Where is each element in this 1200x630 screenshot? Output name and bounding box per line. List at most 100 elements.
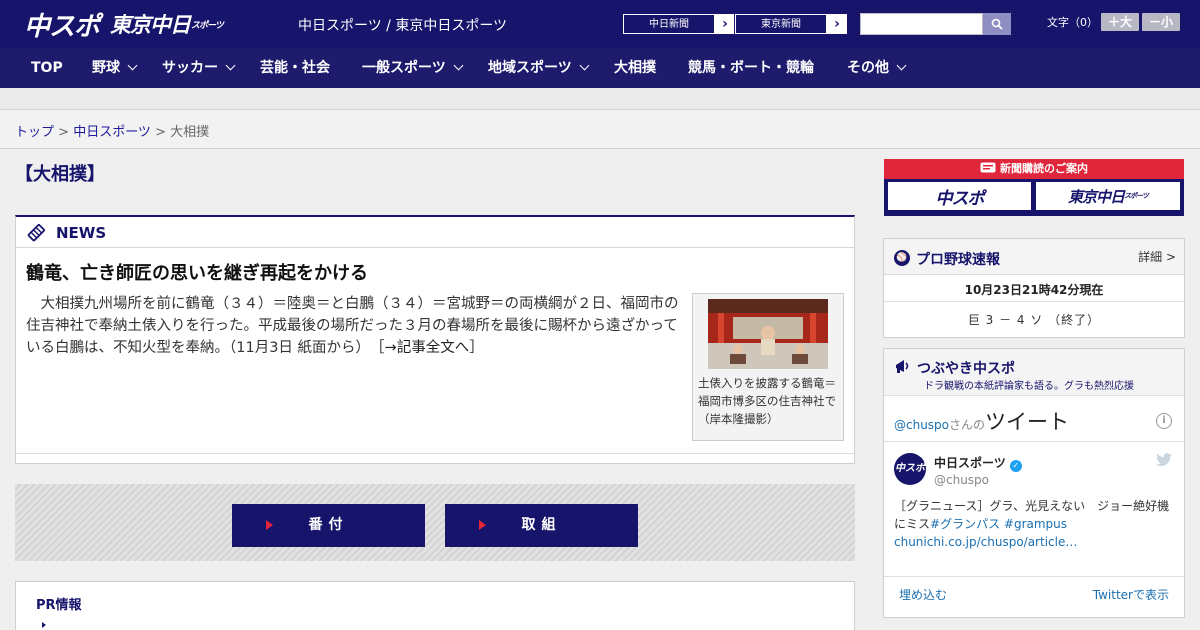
chevron-right-icon: › bbox=[722, 16, 728, 32]
divider bbox=[884, 301, 1184, 302]
news-label: NEWS bbox=[56, 224, 107, 242]
megaphone-icon bbox=[896, 360, 909, 373]
breadcrumb: トップ > 中日スポーツ > 大相撲 bbox=[15, 121, 209, 140]
twitter-bird-icon[interactable] bbox=[1156, 453, 1172, 467]
tokyo-shimbun-link[interactable]: 東京新聞 › bbox=[734, 13, 848, 35]
article-headline[interactable]: 鶴竜、亡き師匠の思いを継ぎ再起をかける bbox=[26, 259, 368, 285]
tweets-by-san: さんの bbox=[949, 418, 986, 432]
pr-section: PR情報 bbox=[15, 581, 855, 630]
nav-baseball[interactable]: 野球 bbox=[92, 48, 138, 88]
chunichi-shimbun-link[interactable]: 中日新聞 › bbox=[622, 13, 736, 35]
site-header: 中スポ 東京中日 スポーツ 中日スポーツ / 東京中日スポーツ 中日新聞 › 東京… bbox=[0, 0, 1200, 48]
main-nav: TOP 野球 サッカー 芸能・社会 一般スポーツ 地域スポーツ 大相撲 競馬・ボ… bbox=[0, 48, 1200, 88]
nav-soccer[interactable]: サッカー bbox=[162, 48, 236, 88]
news-header: NEWS bbox=[16, 217, 854, 248]
pr-title: PR情報 bbox=[36, 598, 82, 613]
tweets-by-label: @chuspoさんのツイート bbox=[894, 406, 1069, 436]
view-on-twitter-link[interactable]: Twitterで表示 bbox=[1093, 586, 1169, 603]
tweet-url-link[interactable]: chunichi.co.jp/chuspo/article… bbox=[894, 535, 1077, 549]
twitter-panel: つぶやき中スポ ドラ観戦の本紙評論家も語る。グラも熱烈応援 @chuspoさんの… bbox=[883, 348, 1185, 618]
tokyo-logo-text: 東京中日 bbox=[110, 13, 191, 37]
avatar[interactable]: 中スポ bbox=[894, 453, 926, 485]
nav-top-label: TOP bbox=[31, 60, 63, 76]
embed-link[interactable]: 埋め込む bbox=[899, 586, 947, 603]
tag-icon bbox=[27, 224, 45, 242]
article-text: 大相撲九州場所を前に鶴竜（３４）＝陸奥＝と白鵬（３４）＝宮城野＝の両横綱が２日、… bbox=[26, 296, 679, 356]
banzuke-label: 番付 bbox=[308, 517, 349, 533]
twitter-subtitle: ドラ観戦の本紙評論家も語る。グラも熱烈応援 bbox=[924, 381, 1134, 392]
read-more-link[interactable]: ［→記事全文へ］ bbox=[377, 340, 483, 356]
info-icon[interactable]: i bbox=[1156, 413, 1172, 429]
tokyo-chunichi-logo[interactable]: 東京中日 スポーツ bbox=[110, 8, 224, 40]
divider bbox=[884, 576, 1184, 577]
tokyo-shimbun-label: 東京新聞 bbox=[735, 14, 827, 34]
play-arrow-icon bbox=[266, 520, 273, 530]
baseball-icon: ⚾ bbox=[894, 250, 910, 266]
twitter-handle-link[interactable]: @chuspo bbox=[894, 418, 949, 432]
font-larger-button[interactable]: ＋大 bbox=[1101, 13, 1139, 31]
breadcrumb-top[interactable]: トップ bbox=[15, 125, 54, 140]
breadcrumb-bar: トップ > 中日スポーツ > 大相撲 bbox=[0, 111, 1200, 149]
nav-local-sports-label: 地域スポーツ bbox=[488, 60, 572, 76]
subscribe-tokyo-link[interactable]: 東京中日 スポーツ bbox=[1036, 182, 1180, 210]
chevron-right-icon: › bbox=[834, 16, 840, 32]
baseball-timestamp: 10月23日21時42分現在 bbox=[964, 283, 1104, 297]
news-article: NEWS 鶴竜、亡き師匠の思いを継ぎ再起をかける 大相撲九州場所を前に鶴竜（３４… bbox=[15, 215, 855, 464]
nav-top[interactable]: TOP bbox=[31, 48, 63, 88]
nav-general-sports[interactable]: 一般スポーツ bbox=[362, 48, 464, 88]
tweets-heading: ツイート bbox=[985, 410, 1070, 434]
breadcrumb-chunichi[interactable]: 中日スポーツ bbox=[73, 125, 151, 140]
tweet-text: ［グラニュース］グラ、光見えない ジョー絶好機にミス#グランパス #grampu… bbox=[894, 497, 1179, 551]
divider bbox=[884, 441, 1184, 442]
newspaper-icon bbox=[980, 162, 996, 173]
chunichi-shimbun-label: 中日新聞 bbox=[623, 14, 715, 34]
nav-soccer-label: サッカー bbox=[162, 60, 218, 76]
chuspo-logo[interactable]: 中スポ bbox=[24, 8, 100, 42]
breadcrumb-separator: > bbox=[150, 125, 171, 140]
hashtag-link[interactable]: #grampus bbox=[1000, 517, 1067, 531]
font-size-label: 文字（0） bbox=[1047, 16, 1098, 29]
nav-local-sports[interactable]: 地域スポーツ bbox=[488, 48, 590, 88]
baseball-score[interactable]: 巨 3 － 4 ソ （終了） bbox=[884, 311, 1184, 328]
sumo-ceremony-photo[interactable] bbox=[708, 299, 828, 369]
nav-entertainment[interactable]: 芸能・社会 bbox=[260, 48, 330, 88]
baseball-header: ⚾ プロ野球速報 詳細 > bbox=[884, 239, 1184, 275]
sub-nav-strip bbox=[0, 88, 1200, 110]
tweet-author-handle[interactable]: @chuspo bbox=[934, 473, 989, 487]
banzuke-button[interactable]: 番付 bbox=[232, 504, 425, 547]
nav-other[interactable]: その他 bbox=[847, 48, 907, 88]
article-body: 大相撲九州場所を前に鶴竜（３４）＝陸奥＝と白鵬（３４）＝宮城野＝の両横綱が２日、… bbox=[26, 293, 686, 359]
nav-racing[interactable]: 競馬・ボート・競輪 bbox=[688, 48, 814, 88]
hashtag-link[interactable]: #グランパス bbox=[930, 517, 1000, 531]
article-photo: 土俵入りを披露する鶴竜＝福岡市博多区の住吉神社で（岸本隆撮影） bbox=[692, 293, 844, 441]
subscription-title-text: 新聞購読のご案内 bbox=[1000, 162, 1088, 175]
baseball-title: プロ野球速報 bbox=[916, 252, 1000, 268]
subscribe-tokyo-text: 東京中日 bbox=[1068, 187, 1125, 206]
tokyo-logo-small: スポーツ bbox=[191, 20, 224, 31]
subscription-banner[interactable]: 新聞購読のご案内 中スポ 東京中日 スポーツ bbox=[884, 159, 1184, 216]
baseball-scores-panel: ⚾ プロ野球速報 詳細 > 10月23日21時42分現在 巨 3 － 4 ソ （… bbox=[883, 238, 1185, 338]
subscribe-chuspo-text: 中スポ bbox=[935, 188, 985, 209]
play-arrow-icon bbox=[479, 520, 486, 530]
torikumi-button[interactable]: 取組 bbox=[445, 504, 638, 547]
search-input[interactable] bbox=[860, 13, 983, 35]
breadcrumb-separator: > bbox=[54, 125, 74, 140]
nav-racing-label: 競馬・ボート・競輪 bbox=[688, 60, 814, 76]
divider bbox=[884, 395, 1184, 396]
nav-other-label: その他 bbox=[847, 60, 889, 76]
search-icon bbox=[991, 18, 1003, 30]
search-form bbox=[860, 13, 1011, 35]
sumo-button-area: 番付 取組 bbox=[15, 484, 855, 561]
chevron-down-icon bbox=[127, 60, 138, 71]
font-smaller-button[interactable]: －小 bbox=[1142, 13, 1180, 31]
subscribe-chuspo-link[interactable]: 中スポ bbox=[888, 182, 1031, 210]
verified-badge-icon: ✓ bbox=[1009, 460, 1022, 472]
tweet-author-name[interactable]: 中日スポーツ ✓ bbox=[934, 454, 1022, 472]
site-title: 中日スポーツ / 東京中日スポーツ bbox=[298, 18, 508, 34]
chevron-down-icon bbox=[579, 60, 590, 71]
baseball-detail-link[interactable]: 詳細 > bbox=[1138, 248, 1176, 265]
nav-sumo[interactable]: 大相撲 bbox=[614, 48, 656, 88]
torikumi-label: 取組 bbox=[521, 517, 562, 533]
nav-sumo-label: 大相撲 bbox=[614, 60, 656, 76]
search-button[interactable] bbox=[983, 13, 1011, 35]
